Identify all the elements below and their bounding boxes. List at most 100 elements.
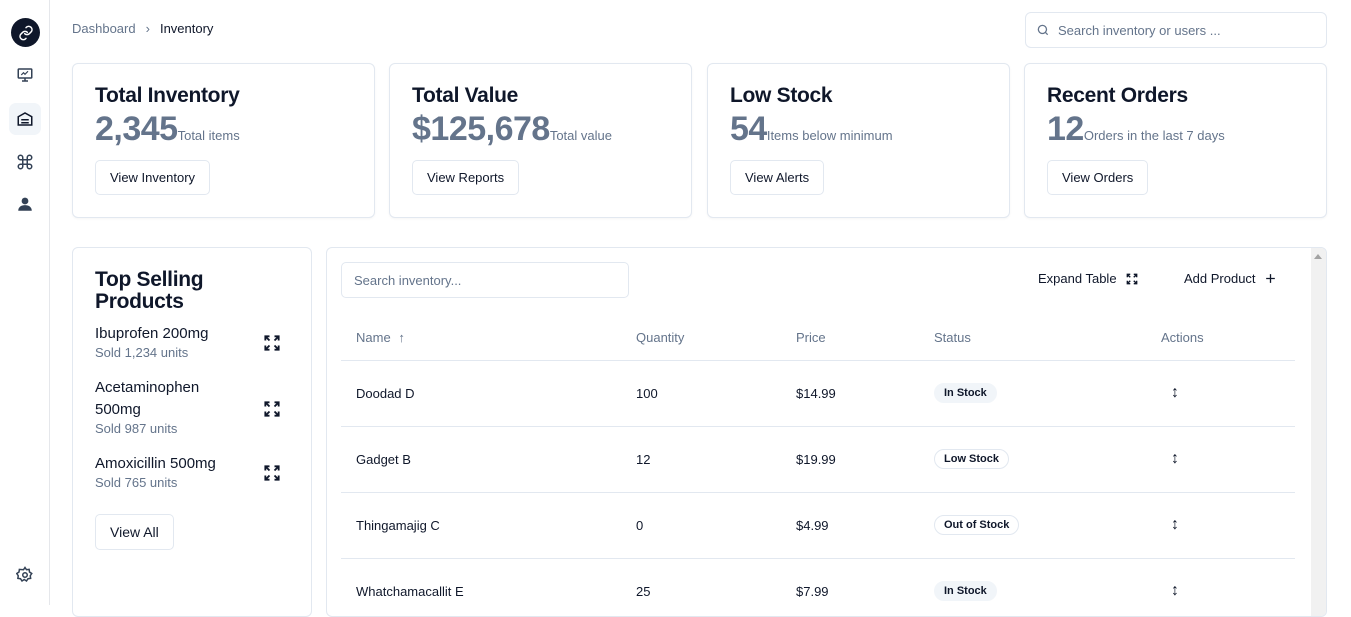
add-product-label: Add Product <box>1184 271 1256 286</box>
view-all-button[interactable]: View All <box>95 514 174 550</box>
cell-quantity: 25 <box>621 558 781 616</box>
monitor-icon <box>17 68 33 82</box>
table-row: Gadget B 12 $19.99 Low Stock ↕ <box>341 426 1295 493</box>
table-row: Doodad D 100 $14.99 In Stock ↕ <box>341 360 1295 427</box>
inventory-table-card: Expand Table Add Product Name ↑ Quantity… <box>326 247 1327 617</box>
reorder-icon[interactable]: ↕ <box>1171 384 1179 401</box>
stat-subtitle: Total value <box>549 128 612 143</box>
status-badge: In Stock <box>934 383 997 403</box>
product-name: Amoxicillin 500mg <box>95 455 216 472</box>
plus-icon <box>1265 274 1275 283</box>
sidebar-item-users[interactable] <box>9 188 41 220</box>
expand-table-button[interactable]: Expand Table <box>1038 271 1139 286</box>
list-item: Ibuprofen 200mg Sold 1,234 units <box>95 323 295 360</box>
expand-icon[interactable] <box>262 333 282 353</box>
reorder-icon[interactable]: ↕ <box>1171 450 1179 467</box>
cell-price: $7.99 <box>781 558 919 616</box>
stat-title: Recent Orders <box>1047 84 1188 107</box>
reorder-icon[interactable]: ↕ <box>1171 516 1179 533</box>
sidebar-item-dashboard[interactable] <box>9 59 41 91</box>
stat-subtitle: Total items <box>177 128 240 143</box>
view-inventory-button[interactable]: View Inventory <box>95 160 211 195</box>
breadcrumb-dashboard-link[interactable]: Dashboard <box>72 21 136 36</box>
top-selling-card: Top Selling Products Ibuprofen 200mg Sol… <box>72 247 312 617</box>
table-row: Thingamajig C 0 $4.99 Out of Stock ↕ <box>341 492 1295 559</box>
search-icon <box>1037 24 1049 36</box>
column-header-label: Name <box>356 330 391 346</box>
expand-icon[interactable] <box>262 399 282 419</box>
logo-link-icon[interactable] <box>11 18 40 47</box>
status-badge: In Stock <box>934 581 997 601</box>
gear-icon[interactable] <box>15 566 34 584</box>
sort-arrow-up-icon: ↑ <box>398 330 405 346</box>
stat-subtitle: Items below minimum <box>766 128 893 143</box>
top-selling-title: Top Selling Products <box>95 268 204 313</box>
cell-status: Out of Stock <box>919 492 1146 559</box>
add-product-button[interactable]: Add Product <box>1184 271 1277 286</box>
stat-card-recent-orders: Recent Orders 12 Orders in the last 7 day… <box>1024 63 1327 218</box>
cell-actions: ↕ <box>1146 426 1295 493</box>
global-search <box>1025 12 1327 48</box>
stat-card-low-stock: Low Stock 54 Items below minimum View Ale… <box>707 63 1010 218</box>
view-orders-button[interactable]: View Orders <box>1047 160 1149 195</box>
scroll-up-arrow-icon[interactable] <box>1314 254 1322 259</box>
cell-name: Doodad D <box>341 360 621 427</box>
status-badge: Out of Stock <box>934 515 1020 535</box>
command-icon <box>17 154 33 170</box>
column-header-actions: Actions <box>1146 316 1295 361</box>
cell-actions: ↕ <box>1146 492 1295 559</box>
column-header-name[interactable]: Name ↑ <box>341 316 621 361</box>
stat-subtitle: Orders in the last 7 days <box>1083 128 1225 143</box>
column-header-status: Status <box>919 316 1146 361</box>
reorder-icon[interactable]: ↕ <box>1171 582 1179 599</box>
stat-card-total-inventory: Total Inventory 2,345 Total items View In… <box>72 63 375 218</box>
list-item: Amoxicillin 500mg Sold 765 units <box>95 453 295 490</box>
sidebar-item-inventory[interactable] <box>9 103 41 135</box>
stat-value: $125,678 <box>412 110 550 148</box>
cell-price: $14.99 <box>781 360 919 427</box>
table-search-input[interactable] <box>341 262 629 298</box>
cell-quantity: 0 <box>621 492 781 559</box>
status-badge: Low Stock <box>934 449 1010 469</box>
user-icon <box>18 197 32 211</box>
breadcrumb-separator: › <box>145 21 150 36</box>
sidebar-item-command[interactable] <box>9 146 41 178</box>
column-header-price: Price <box>781 316 919 361</box>
view-alerts-button[interactable]: View Alerts <box>730 160 825 195</box>
table-scrollbar[interactable] <box>1311 248 1326 616</box>
sidebar <box>0 0 50 605</box>
cell-name: Thingamajig C <box>341 492 621 559</box>
view-reports-button[interactable]: View Reports <box>412 160 520 195</box>
product-name: Ibuprofen 200mg <box>95 325 209 342</box>
product-sold: Sold 987 units <box>95 421 178 436</box>
main-content: Dashboard › Inventory Total Inventory 2,… <box>50 0 1351 617</box>
breadcrumb-current: Inventory <box>159 21 214 36</box>
expand-icon <box>1126 273 1137 284</box>
cell-actions: ↕ <box>1146 360 1295 427</box>
cell-quantity: 12 <box>621 426 781 493</box>
stat-value: 2,345 <box>95 110 178 148</box>
expand-icon[interactable] <box>262 463 282 483</box>
cell-price: $19.99 <box>781 426 919 493</box>
inventory-table: Name ↑ Quantity Price Status Actions Doo… <box>341 316 1295 616</box>
cell-status: In Stock <box>919 558 1146 616</box>
breadcrumb: Dashboard › Inventory <box>72 21 213 36</box>
cell-quantity: 100 <box>621 360 781 427</box>
global-search-input[interactable] <box>1058 22 1318 38</box>
stat-card-total-value: Total Value $125,678 Total value View Rep… <box>389 63 692 218</box>
stat-title: Total Inventory <box>95 84 240 107</box>
cell-name: Whatchamacallit E <box>341 558 621 616</box>
stat-title: Low Stock <box>730 84 833 107</box>
table-row: Whatchamacallit E 25 $7.99 In Stock ↕ <box>341 558 1295 616</box>
list-item: Acetaminophen 500mg Sold 987 units <box>95 377 295 436</box>
stat-value: 12 <box>1047 110 1084 148</box>
cell-status: Low Stock <box>919 426 1146 493</box>
cell-status: In Stock <box>919 360 1146 427</box>
product-name: Acetaminophen 500mg <box>95 379 200 418</box>
expand-table-label: Expand Table <box>1038 271 1117 286</box>
column-header-quantity: Quantity <box>621 316 781 361</box>
cell-price: $4.99 <box>781 492 919 559</box>
cell-name: Gadget B <box>341 426 621 493</box>
warehouse-icon <box>17 112 33 126</box>
stat-value: 54 <box>730 110 767 148</box>
